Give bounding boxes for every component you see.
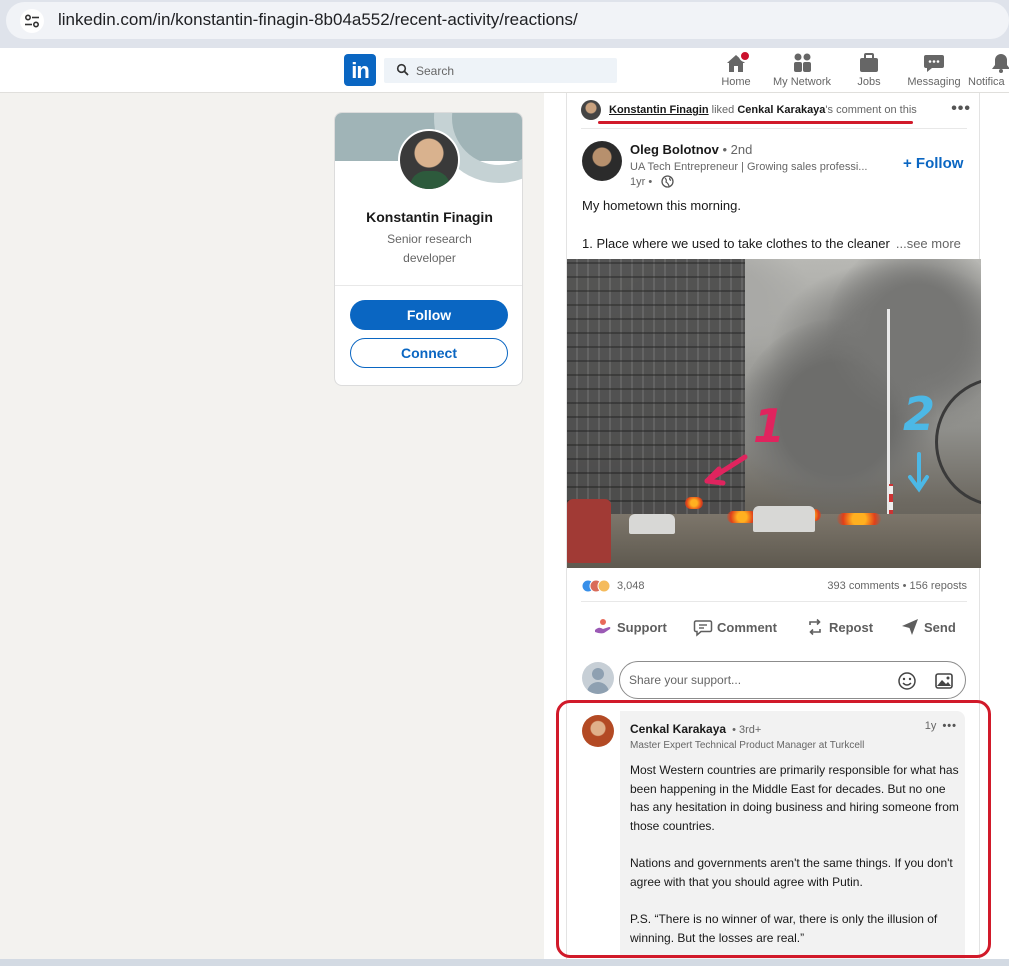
current-user-avatar [582, 662, 614, 694]
linkedin-logo[interactable]: in [344, 54, 376, 86]
comment-more-options-icon[interactable]: ••• [942, 720, 957, 732]
nav-my-network[interactable]: My Network [768, 52, 836, 92]
highlight-underline [598, 121, 913, 124]
comment-paragraph: Nations and governments aren't the same … [630, 856, 953, 889]
post-card: Konstantin Finagin liked Cenkal Karakaya… [566, 93, 981, 966]
comment-placeholder: Share your support... [629, 673, 742, 687]
nav-home[interactable]: Home [716, 50, 756, 92]
repost-icon [809, 618, 821, 636]
see-more-link[interactable]: ...see more [896, 236, 961, 251]
browser-toolbar: linkedin.com/in/konstantin-finagin-8b04a… [0, 0, 1009, 48]
network-icon [790, 52, 814, 74]
url-text[interactable]: linkedin.com/in/konstantin-finagin-8b04a… [58, 10, 578, 30]
post-text-line: 1. Place where we used to take clothes t… [582, 236, 961, 251]
window-bottom-edge [0, 959, 1009, 966]
nav-messaging[interactable]: Messaging [905, 52, 963, 92]
emoji-icon[interactable] [897, 671, 917, 691]
reaction-icons[interactable] [581, 579, 613, 593]
profile-avatar[interactable] [398, 129, 460, 191]
author-avatar[interactable] [582, 141, 622, 181]
jobs-icon [857, 52, 881, 74]
author-headline: UA Tech Entrepreneur | Growing sales pro… [630, 161, 868, 173]
divider [581, 601, 967, 602]
more-options-icon[interactable]: ••• [951, 100, 971, 118]
commenter-avatar[interactable] [582, 715, 614, 747]
comment-button[interactable]: Comment [693, 616, 783, 640]
post-text: My hometown this morning. [582, 198, 741, 213]
comment-paragraph: Most Western countries are primarily res… [630, 763, 959, 833]
follow-button[interactable]: Follow [350, 300, 508, 330]
actor-link[interactable]: Konstantin Finagin [609, 104, 709, 116]
notification-badge [739, 50, 751, 62]
profile-headline: Senior research developer [387, 232, 472, 265]
search-icon [396, 63, 409, 76]
search-placeholder: Search [416, 64, 455, 78]
post-time: 1yr • [630, 176, 653, 188]
annotation-arrows [704, 452, 929, 493]
actor-avatar[interactable] [581, 100, 601, 120]
post-image[interactable]: 1 2 [567, 259, 981, 568]
comment-input[interactable]: Share your support... [619, 661, 966, 699]
connect-button[interactable]: Connect [350, 338, 508, 368]
support-button[interactable]: Support [593, 616, 673, 640]
follow-author-button[interactable]: + Follow [903, 155, 963, 172]
activity-feed: Konstantin Finagin liked Cenkal Karakaya… [544, 93, 1009, 966]
site-settings-icon[interactable] [20, 9, 44, 33]
search-input[interactable]: Search [384, 58, 617, 83]
connection-degree: • 3rd+ [732, 724, 762, 736]
globe-icon [661, 175, 674, 188]
home-icon [724, 50, 751, 74]
comments-reposts-count[interactable]: 393 comments • 156 reposts [827, 580, 967, 592]
comment-bubble: Cenkal Karakaya • 3rd+ 1y ••• Master Expe… [620, 711, 965, 966]
social-counts: 3,048 393 comments • 156 reposts [581, 578, 967, 594]
connection-degree: • 2nd [722, 142, 753, 157]
repost-button[interactable]: Repost [805, 616, 877, 640]
send-button[interactable]: Send [900, 616, 960, 640]
address-bar[interactable]: linkedin.com/in/konstantin-finagin-8b04a… [6, 2, 1009, 39]
nav-jobs[interactable]: Jobs [850, 52, 888, 92]
notifications-icon [989, 52, 1009, 74]
activity-text: Konstantin Finagin liked Cenkal Karakaya… [609, 104, 917, 116]
nav-notifications[interactable]: Notifica [968, 52, 1009, 92]
support-icon [595, 619, 611, 634]
comment-time: 1y ••• [924, 720, 957, 732]
commenter-name: Cenkal Karakaya • 3rd+ [630, 722, 762, 736]
profile-name[interactable]: Konstantin Finagin [335, 209, 522, 225]
liked-comment-author[interactable]: Cenkal Karakaya [737, 104, 825, 116]
reaction-count[interactable]: 3,048 [617, 580, 645, 592]
divider [335, 285, 522, 286]
image-icon[interactable] [934, 671, 954, 691]
commenter-headline: Master Expert Technical Product Manager … [630, 740, 865, 751]
activity-header: Konstantin Finagin liked Cenkal Karakaya… [581, 100, 971, 122]
linkedin-top-nav: in Search Home My Network Jobs Messaging [0, 48, 1009, 93]
profile-card: Konstantin Finagin Senior research devel… [334, 112, 523, 386]
messaging-icon [922, 52, 946, 74]
comment-icon [693, 620, 713, 637]
author-name[interactable]: Oleg Bolotnov • 2nd [630, 142, 752, 157]
send-icon [902, 619, 918, 635]
divider [581, 128, 967, 129]
comment-paragraph: P.S. “There is no winner of war, there i… [630, 912, 938, 945]
